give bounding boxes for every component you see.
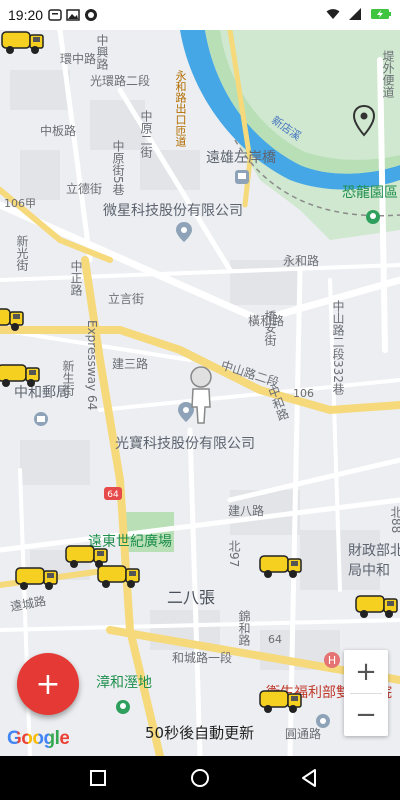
label-yonghe-exit: 永和路出口匝道 [174,70,187,147]
zoom-divider [350,693,382,694]
truck-icon[interactable] [354,590,400,620]
label-finance-ministry: 財政部北 局中和 [348,543,400,579]
label-north-road: 堤外便道 [381,50,395,98]
label-ringzhong-road: 環中路 [60,52,97,66]
label-zhongzheng-road: 中正路 [69,260,83,296]
label-zhongyuan-2: 中原二街 [139,110,153,158]
truck-icon[interactable] [258,550,304,580]
nav-bar [0,756,400,800]
label-erbazhang: 二八張 [167,588,216,607]
battery-charging-icon [371,9,391,19]
zoom-in-button[interactable]: + [344,650,388,693]
status-left-icons [48,8,98,22]
label-road-64: 64 [268,633,282,646]
truck-icon[interactable] [96,560,142,590]
label-guangbao-tech: 光寶科技股份有限公司 [115,436,255,452]
truck-icon[interactable] [14,562,60,592]
label-hecheng-road: 和城路一段 [172,651,233,665]
label-road-106: 106 [293,387,314,400]
label-dinosaur-park: 恐龍園區 [342,185,398,201]
hospital-icon[interactable]: H [324,652,340,668]
park-icon[interactable] [366,210,380,224]
label-guanghuan-road: 光環路二段 [90,74,151,88]
truck-icon[interactable] [0,303,26,333]
google-logo: Google [7,728,70,750]
label-zhongban-road: 中板路 [40,124,77,138]
label-jianba-road: 建八路 [228,504,265,518]
label-road-106a: 106甲 [4,197,36,210]
label-expressway: Expressway 64 [85,320,99,411]
home-button[interactable] [188,766,212,790]
truck-icon[interactable] [258,685,304,715]
google-logo-text: Google [7,728,70,749]
label-qiaoan-street: 橋安街 [263,310,277,346]
record-icon [85,9,97,21]
label-yuanxiong-bridge: 遠雄左岸橋 [206,150,276,166]
back-button[interactable] [298,766,322,790]
label-zhongyuan-5: 中原街5巷 [111,140,125,196]
label-jinhe-road: 錦和路 [237,610,251,646]
truck-icon[interactable] [0,359,42,389]
map-view[interactable]: 64 永和路出口匝道 遠雄左岸橋 恐龍園區 微星科技股份有限公司 光寶科技股份有… [0,30,400,756]
poi-pin-icon[interactable] [176,222,192,242]
zoom-out-button[interactable]: − [344,693,388,736]
road-shield-64: 64 [104,487,122,500]
auto-update-text: 50秒後自動更新 [145,724,255,742]
bus-stop-icon[interactable] [235,170,249,184]
label-lide-street: 立德街 [66,182,103,196]
wifi-icon [326,9,340,19]
label-jiansan-road: 建三路 [112,357,149,371]
image-icon [66,9,80,21]
notification-icon [48,9,62,21]
status-right-icons [326,7,392,21]
post-office-icon[interactable] [34,412,48,426]
status-time: 19:20 [8,7,44,23]
label-xinsheng-street: 新生街 [61,360,75,396]
recents-button[interactable] [86,766,110,790]
pegman-icon[interactable] [186,365,216,425]
label-liyan-street: 立言街 [108,292,145,306]
park-icon[interactable] [116,700,130,714]
label-weixing-tech: 微星科技股份有限公司 [103,203,243,219]
svg-text:H: H [328,654,336,667]
truck-icon[interactable] [0,30,46,56]
label-bei97: 北97 [227,540,241,568]
label-bei88: 北88 [389,506,400,534]
svg-text:64: 64 [107,490,119,500]
poi-icon[interactable] [316,714,330,728]
add-button[interactable]: + [17,653,79,715]
location-pin-icon[interactable] [352,105,376,137]
signal-icon [349,8,361,20]
label-zhanghe-park: 漳和溼地 [96,675,152,691]
label-zhongxing-road: 中興路 [95,34,109,70]
status-bar: 19:20 [0,0,400,30]
label-zhongshan-332: 中山路二段332巷 [331,300,345,395]
label-xinguang-street: 新光街 [15,235,29,271]
zoom-controls: + − [344,650,388,736]
label-yonghe-road: 永和路 [283,254,320,268]
